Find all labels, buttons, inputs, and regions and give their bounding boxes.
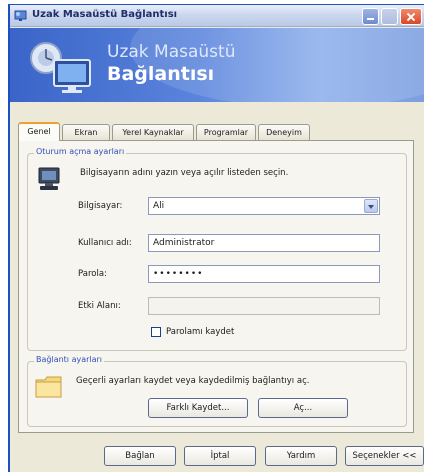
- computer-icon: [38, 167, 60, 190]
- remote-desktop-app-icon: [14, 10, 27, 21]
- connection-settings-title: Bağlantı ayarları: [34, 355, 105, 364]
- username-label: Kullanıcı adı:: [78, 238, 132, 248]
- tab-display[interactable]: Ekran: [62, 124, 110, 140]
- password-input[interactable]: ••••••••: [148, 265, 380, 283]
- general-tab-panel: Oturum açma ayarları Bilgisayarın adını …: [18, 140, 414, 433]
- logon-settings-title: Oturum açma ayarları: [34, 147, 127, 156]
- options-button[interactable]: Seçenekler <<: [345, 446, 424, 466]
- connection-description: Geçerli ayarları kaydet veya kaydedilmiş…: [76, 376, 310, 386]
- computer-value: Ali: [153, 201, 165, 211]
- computer-label: Bilgisayar:: [78, 201, 123, 211]
- username-input[interactable]: Administrator: [148, 234, 380, 252]
- tab-local-resources[interactable]: Yerel Kaynaklar: [112, 124, 194, 140]
- minimize-button[interactable]: [362, 8, 379, 25]
- chevron-down-icon[interactable]: [364, 199, 378, 213]
- open-button[interactable]: Aç...: [258, 398, 348, 418]
- cancel-button[interactable]: İptal: [184, 446, 256, 466]
- folder-icon: [35, 376, 62, 398]
- banner-title-line2: Bağlantısı: [107, 63, 215, 85]
- maximize-button[interactable]: [381, 8, 398, 25]
- save-as-button[interactable]: Farklı Kaydet...: [148, 398, 248, 418]
- connection-settings-group: Bağlantı ayarları Geçerli ayarları kayde…: [27, 355, 407, 427]
- save-password-checkbox[interactable]: [151, 327, 161, 337]
- tab-programs[interactable]: Programlar: [196, 124, 256, 140]
- remote-desktop-banner-icon: [30, 42, 91, 93]
- logon-settings-group: Oturum açma ayarları Bilgisayarın adını …: [27, 147, 407, 351]
- connect-button[interactable]: Bağlan: [104, 446, 176, 466]
- window-title: Uzak Masaüstü Bağlantısı: [32, 9, 178, 20]
- header-banner: Uzak Masaüstü Bağlantısı: [10, 28, 424, 102]
- help-button[interactable]: Yardım: [265, 446, 337, 466]
- banner-title-line1: Uzak Masaüstü: [107, 42, 236, 62]
- domain-input[interactable]: [148, 297, 380, 315]
- tab-experience[interactable]: Deneyim: [258, 124, 310, 140]
- computer-dropdown[interactable]: Ali: [148, 197, 380, 215]
- save-password-label: Parolamı kaydet: [166, 327, 235, 337]
- title-bar[interactable]: Uzak Masaüstü Bağlantısı: [10, 5, 424, 27]
- tab-general[interactable]: Genel: [18, 122, 60, 141]
- logon-description: Bilgisayarın adını yazın veya açılır lis…: [80, 168, 289, 178]
- close-button[interactable]: [400, 8, 422, 25]
- remote-desktop-window: Uzak Masaüstü Bağlantısı Uzak Masaüstü B…: [8, 4, 424, 472]
- domain-label: Etki Alanı:: [78, 301, 121, 311]
- password-label: Parola:: [78, 269, 107, 279]
